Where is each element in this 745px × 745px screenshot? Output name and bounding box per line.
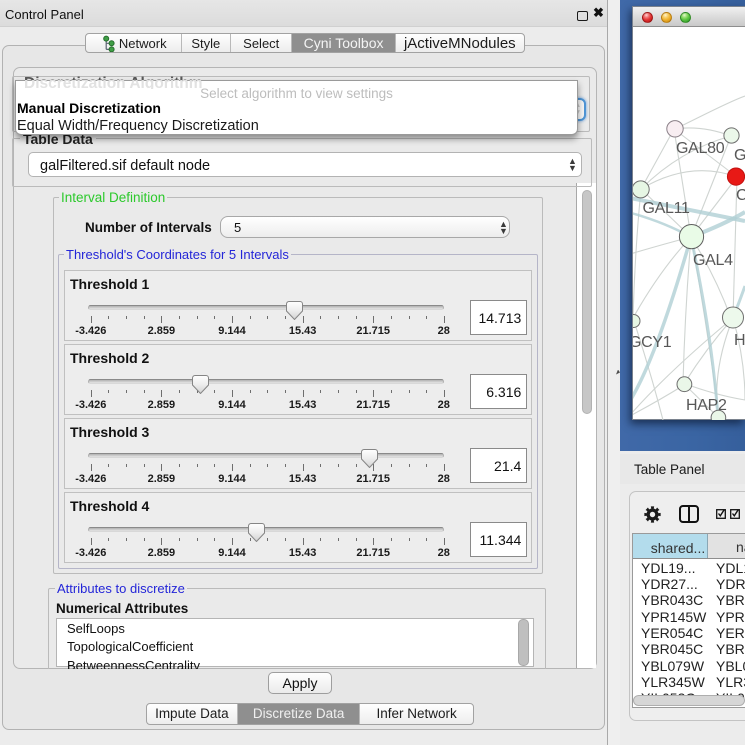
- svg-text:GA: GA: [734, 147, 745, 164]
- svg-text:HAP2: HAP2: [686, 397, 727, 414]
- svg-text:GCY1: GCY1: [633, 334, 672, 351]
- svg-text:GAL80: GAL80: [676, 140, 725, 157]
- svg-text:CY: CY: [736, 187, 745, 204]
- svg-text:HI: HI: [734, 332, 745, 349]
- svg-text:GAL4: GAL4: [693, 252, 733, 269]
- svg-text:GAL11: GAL11: [643, 200, 691, 217]
